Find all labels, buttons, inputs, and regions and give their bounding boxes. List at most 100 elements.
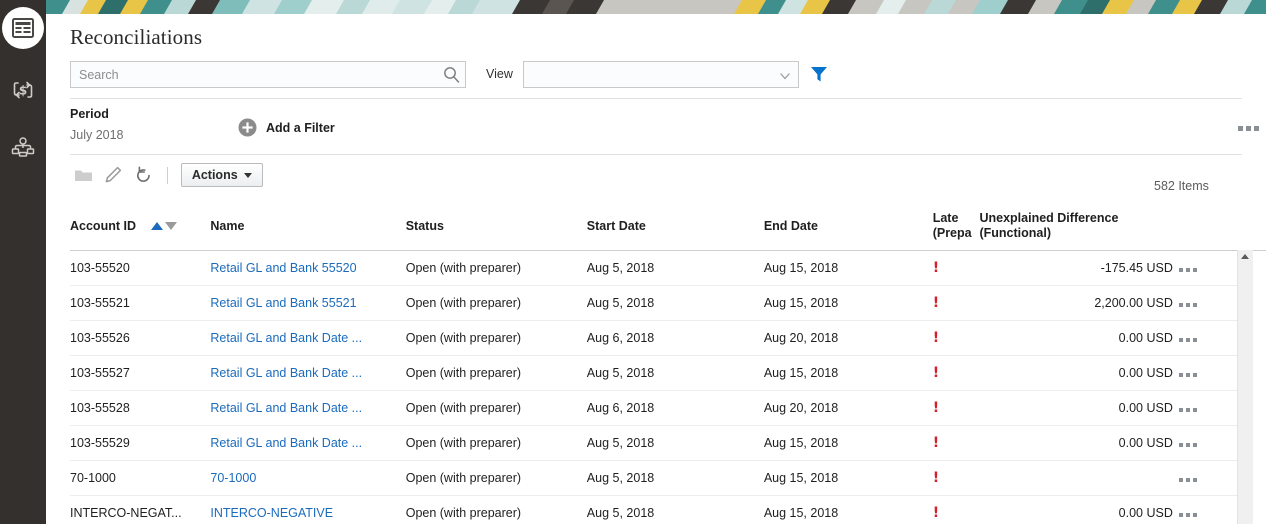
search-icon[interactable] [443, 66, 460, 83]
search-field[interactable] [70, 61, 466, 88]
cell-name[interactable]: Retail GL and Bank Date ... [210, 390, 405, 425]
reconciliation-link[interactable]: Retail GL and Bank 55520 [210, 261, 356, 275]
cell-late: ! [933, 285, 980, 320]
column-header-name[interactable]: Name [210, 202, 405, 250]
cell-row-actions[interactable] [1179, 425, 1242, 460]
pencil-icon[interactable] [100, 162, 126, 188]
ellipsis-dot [1193, 373, 1197, 377]
plus-circle-icon [238, 118, 257, 137]
divider-above-toolbar [70, 154, 1242, 155]
view-label: View [486, 67, 513, 81]
cell-late: ! [933, 320, 980, 355]
row-actions-menu[interactable] [1179, 303, 1197, 307]
cell-unexplained-difference [979, 460, 1178, 495]
table-row[interactable]: 103-55527Retail GL and Bank Date ...Open… [70, 355, 1242, 390]
table-row[interactable]: INTERCO-NEGAT...INTERCO-NEGATIVEOpen (wi… [70, 495, 1242, 524]
column-header-late-line1: Late [933, 211, 974, 226]
row-actions-menu[interactable] [1179, 408, 1197, 412]
reconciliations-table: Account ID Name Status Start Date End Da… [70, 202, 1242, 524]
cell-name[interactable]: Retail GL and Bank 55520 [210, 250, 405, 285]
cell-row-actions[interactable] [1179, 285, 1242, 320]
reconciliation-link[interactable]: Retail GL and Bank Date ... [210, 401, 362, 415]
refresh-icon[interactable] [131, 162, 157, 188]
cell-unexplained-difference: -175.45 USD [979, 250, 1178, 285]
cell-name[interactable]: 70-1000 [210, 460, 405, 495]
cell-status: Open (with preparer) [406, 320, 587, 355]
cell-end-date: Aug 15, 2018 [764, 495, 933, 524]
cell-start-date: Aug 5, 2018 [587, 495, 764, 524]
ellipsis-dot [1193, 513, 1197, 517]
reconciliation-link[interactable]: INTERCO-NEGATIVE [210, 506, 333, 520]
filter-bar-overflow-menu[interactable] [1238, 126, 1259, 131]
sort-ascending-icon[interactable] [151, 222, 163, 230]
cell-row-actions[interactable] [1179, 495, 1242, 524]
cell-status: Open (with preparer) [406, 285, 587, 320]
ellipsis-dot [1186, 373, 1190, 377]
cell-row-actions[interactable] [1179, 250, 1242, 285]
folder-icon[interactable] [70, 162, 96, 188]
reconciliation-link[interactable]: 70-1000 [210, 471, 256, 485]
column-header-unexplained-difference[interactable]: Unexplained Difference (Functional) [979, 202, 1178, 250]
column-header-row-actions [1179, 202, 1242, 250]
svg-text:$: $ [19, 84, 27, 98]
reconciliation-link[interactable]: Retail GL and Bank 55521 [210, 296, 356, 310]
sidebar-item-currency-exchange[interactable]: $ [0, 66, 46, 114]
cell-unexplained-difference: 0.00 USD [979, 425, 1178, 460]
actions-button[interactable]: Actions [181, 163, 263, 187]
cell-unexplained-difference: 2,200.00 USD [979, 285, 1178, 320]
row-actions-menu[interactable] [1179, 478, 1197, 482]
row-actions-menu[interactable] [1179, 338, 1197, 342]
cell-row-actions[interactable] [1179, 390, 1242, 425]
cell-row-actions[interactable] [1179, 460, 1242, 495]
add-filter-button[interactable]: Add a Filter [238, 118, 335, 137]
table-row[interactable]: 103-55529Retail GL and Bank Date ...Open… [70, 425, 1242, 460]
reconciliation-link[interactable]: Retail GL and Bank Date ... [210, 366, 362, 380]
search-input[interactable] [71, 62, 439, 87]
sort-arrows-account-id[interactable] [151, 222, 177, 230]
filter-funnel-icon[interactable] [809, 64, 829, 84]
reconciliation-link[interactable]: Retail GL and Bank Date ... [210, 331, 362, 345]
table-row[interactable]: 103-55520Retail GL and Bank 55520Open (w… [70, 250, 1242, 285]
cell-row-actions[interactable] [1179, 355, 1242, 390]
column-header-start-date[interactable]: Start Date [587, 202, 764, 250]
ellipsis-dot [1186, 268, 1190, 272]
row-actions-menu[interactable] [1179, 268, 1197, 272]
table-row[interactable]: 103-55521Retail GL and Bank 55521Open (w… [70, 285, 1242, 320]
cell-name[interactable]: INTERCO-NEGATIVE [210, 495, 405, 524]
view-select[interactable] [523, 61, 799, 88]
column-header-late[interactable]: Late (Prepa [933, 202, 980, 250]
cell-name[interactable]: Retail GL and Bank Date ... [210, 355, 405, 390]
column-header-account-id[interactable]: Account ID [70, 202, 210, 250]
row-actions-menu[interactable] [1179, 373, 1197, 377]
add-filter-label: Add a Filter [266, 121, 335, 135]
cell-row-actions[interactable] [1179, 320, 1242, 355]
cell-account-id: 103-55527 [70, 355, 210, 390]
scroll-up-icon[interactable] [1241, 254, 1249, 259]
late-warning-icon: ! [933, 471, 939, 485]
row-actions-menu[interactable] [1179, 513, 1197, 517]
toolbar-separator [167, 167, 168, 184]
chevron-down-icon [779, 69, 791, 81]
row-actions-menu[interactable] [1179, 443, 1197, 447]
cell-name[interactable]: Retail GL and Bank 55521 [210, 285, 405, 320]
column-header-end-date[interactable]: End Date [764, 202, 933, 250]
reconciliation-link[interactable]: Retail GL and Bank Date ... [210, 436, 362, 450]
table-header: Account ID Name Status Start Date End Da… [70, 202, 1242, 250]
cell-name[interactable]: Retail GL and Bank Date ... [210, 425, 405, 460]
late-warning-icon: ! [933, 261, 939, 275]
cell-account-id: 103-55529 [70, 425, 210, 460]
cell-account-id: 103-55526 [70, 320, 210, 355]
table-row[interactable]: 103-55528Retail GL and Bank Date ...Open… [70, 390, 1242, 425]
table-vertical-scrollbar[interactable] [1237, 250, 1253, 524]
table-row[interactable]: 103-55526Retail GL and Bank Date ... Open… [70, 320, 1242, 355]
sort-descending-icon[interactable] [165, 222, 177, 230]
sidebar-item-reconciliations[interactable] [0, 4, 46, 52]
filter-chip-period[interactable]: Period July 2018 [70, 107, 124, 142]
sidebar-item-hierarchy[interactable] [0, 124, 46, 172]
late-warning-icon: ! [933, 366, 939, 380]
cell-account-id: INTERCO-NEGAT... [70, 495, 210, 524]
cell-name[interactable]: Retail GL and Bank Date ... [210, 320, 405, 355]
table-row[interactable]: 70-100070-1000Open (with preparer)Aug 5,… [70, 460, 1242, 495]
column-header-status[interactable]: Status [406, 202, 587, 250]
column-header-late-line2: (Prepa [933, 226, 974, 241]
